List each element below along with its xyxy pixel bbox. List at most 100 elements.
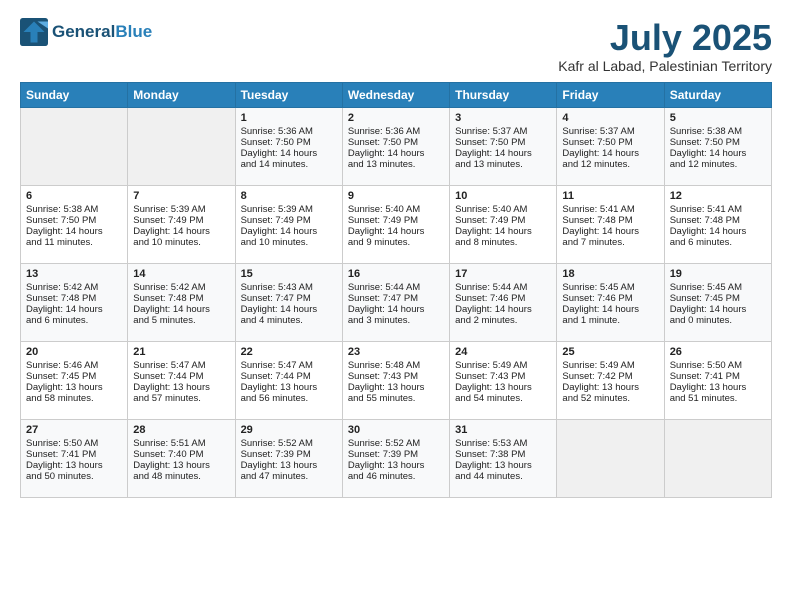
day-number: 19 xyxy=(670,268,766,280)
calendar-cell: 24Sunrise: 5:49 AMSunset: 7:43 PMDayligh… xyxy=(450,341,557,419)
day-info: Sunrise: 5:53 AM xyxy=(455,438,551,449)
day-number: 22 xyxy=(241,346,337,358)
day-info: Sunset: 7:43 PM xyxy=(348,371,444,382)
day-info: Sunrise: 5:41 AM xyxy=(670,204,766,215)
day-info: Sunrise: 5:45 AM xyxy=(562,282,658,293)
day-info: Sunset: 7:50 PM xyxy=(562,137,658,148)
day-number: 3 xyxy=(455,112,551,124)
calendar-cell: 30Sunrise: 5:52 AMSunset: 7:39 PMDayligh… xyxy=(342,419,449,497)
day-number: 12 xyxy=(670,190,766,202)
day-info: Sunset: 7:49 PM xyxy=(455,215,551,226)
day-info: Sunset: 7:48 PM xyxy=(133,293,229,304)
weekday-header: Saturday xyxy=(664,82,771,107)
day-info: Sunset: 7:47 PM xyxy=(348,293,444,304)
day-info: Sunrise: 5:36 AM xyxy=(348,126,444,137)
day-number: 30 xyxy=(348,424,444,436)
calendar-cell: 4Sunrise: 5:37 AMSunset: 7:50 PMDaylight… xyxy=(557,107,664,185)
day-info: and 0 minutes. xyxy=(670,315,766,326)
logo: GeneralBlue xyxy=(20,18,152,46)
day-info: Sunrise: 5:50 AM xyxy=(670,360,766,371)
day-info: Daylight: 13 hours xyxy=(562,382,658,393)
calendar-cell: 31Sunrise: 5:53 AMSunset: 7:38 PMDayligh… xyxy=(450,419,557,497)
day-info: Sunrise: 5:38 AM xyxy=(670,126,766,137)
calendar-cell: 23Sunrise: 5:48 AMSunset: 7:43 PMDayligh… xyxy=(342,341,449,419)
day-number: 16 xyxy=(348,268,444,280)
day-info: Daylight: 13 hours xyxy=(455,382,551,393)
day-info: and 7 minutes. xyxy=(562,237,658,248)
day-info: Daylight: 14 hours xyxy=(562,226,658,237)
day-info: Daylight: 14 hours xyxy=(241,226,337,237)
weekday-header: Tuesday xyxy=(235,82,342,107)
day-info: Sunrise: 5:37 AM xyxy=(562,126,658,137)
calendar-cell: 8Sunrise: 5:39 AMSunset: 7:49 PMDaylight… xyxy=(235,185,342,263)
day-info: Sunrise: 5:38 AM xyxy=(26,204,122,215)
day-info: Daylight: 14 hours xyxy=(670,226,766,237)
day-info: Daylight: 14 hours xyxy=(348,226,444,237)
weekday-header-row: SundayMondayTuesdayWednesdayThursdayFrid… xyxy=(21,82,772,107)
calendar-cell: 12 Sunrise: 5:41 AMSunset: 7:48 PMDayligh… xyxy=(664,185,771,263)
day-number: 7 xyxy=(133,190,229,202)
day-info: and 54 minutes. xyxy=(455,393,551,404)
day-info: and 9 minutes. xyxy=(348,237,444,248)
calendar-cell: 16 Sunrise: 5:44 AMSunset: 7:47 PMDayligh… xyxy=(342,263,449,341)
day-number: 9 xyxy=(348,190,444,202)
day-info: Daylight: 14 hours xyxy=(348,304,444,315)
day-info: and 8 minutes. xyxy=(455,237,551,248)
day-info: Daylight: 13 hours xyxy=(241,382,337,393)
day-info: and 14 minutes. xyxy=(241,159,337,170)
calendar-cell: 7Sunrise: 5:39 AMSunset: 7:49 PMDaylight… xyxy=(128,185,235,263)
day-info: Sunrise: 5:46 AM xyxy=(26,360,122,371)
day-info: Sunrise: 5:42 AM xyxy=(133,282,229,293)
day-info: Sunrise: 5:52 AM xyxy=(348,438,444,449)
day-info: and 11 minutes. xyxy=(26,237,122,248)
day-number: 14 xyxy=(133,268,229,280)
calendar-week-row: 20Sunrise: 5:46 AMSunset: 7:45 PMDayligh… xyxy=(21,341,772,419)
day-number: 8 xyxy=(241,190,337,202)
calendar-cell: 14 Sunrise: 5:42 AMSunset: 7:48 PMDayligh… xyxy=(128,263,235,341)
day-info: Daylight: 14 hours xyxy=(670,148,766,159)
calendar-cell xyxy=(557,419,664,497)
day-info: Daylight: 14 hours xyxy=(455,148,551,159)
day-info: Sunrise: 5:45 AM xyxy=(670,282,766,293)
day-info: Sunset: 7:44 PM xyxy=(241,371,337,382)
calendar-cell xyxy=(664,419,771,497)
day-number: 15 xyxy=(241,268,337,280)
day-info: Sunset: 7:50 PM xyxy=(348,137,444,148)
day-info: and 46 minutes. xyxy=(348,471,444,482)
day-info: Sunset: 7:48 PM xyxy=(670,215,766,226)
day-info: and 50 minutes. xyxy=(26,471,122,482)
day-info: and 1 minute. xyxy=(562,315,658,326)
day-info: Daylight: 13 hours xyxy=(26,460,122,471)
day-info: Sunrise: 5:40 AM xyxy=(455,204,551,215)
day-number: 11 xyxy=(562,190,658,202)
weekday-header: Monday xyxy=(128,82,235,107)
day-info: and 51 minutes. xyxy=(670,393,766,404)
day-info: Daylight: 14 hours xyxy=(133,304,229,315)
day-info: and 10 minutes. xyxy=(241,237,337,248)
day-info: Daylight: 14 hours xyxy=(455,226,551,237)
day-info: Sunrise: 5:39 AM xyxy=(241,204,337,215)
day-info: Sunrise: 5:44 AM xyxy=(348,282,444,293)
day-number: 27 xyxy=(26,424,122,436)
day-number: 26 xyxy=(670,346,766,358)
day-info: Daylight: 13 hours xyxy=(455,460,551,471)
day-number: 10 xyxy=(455,190,551,202)
day-info: Sunset: 7:40 PM xyxy=(133,449,229,460)
day-info: and 2 minutes. xyxy=(455,315,551,326)
day-info: and 10 minutes. xyxy=(133,237,229,248)
day-info: Daylight: 13 hours xyxy=(670,382,766,393)
day-info: Sunset: 7:46 PM xyxy=(562,293,658,304)
day-info: Daylight: 14 hours xyxy=(670,304,766,315)
day-number: 2 xyxy=(348,112,444,124)
day-info: Sunset: 7:49 PM xyxy=(348,215,444,226)
day-info: and 57 minutes. xyxy=(133,393,229,404)
weekday-header: Sunday xyxy=(21,82,128,107)
calendar-cell: 1Sunrise: 5:36 AMSunset: 7:50 PMDaylight… xyxy=(235,107,342,185)
day-number: 17 xyxy=(455,268,551,280)
calendar-cell: 18Sunrise: 5:45 AMSunset: 7:46 PMDayligh… xyxy=(557,263,664,341)
day-info: Daylight: 14 hours xyxy=(455,304,551,315)
day-info: and 6 minutes. xyxy=(670,237,766,248)
day-info: and 12 minutes. xyxy=(562,159,658,170)
weekday-header: Wednesday xyxy=(342,82,449,107)
day-info: and 4 minutes. xyxy=(241,315,337,326)
